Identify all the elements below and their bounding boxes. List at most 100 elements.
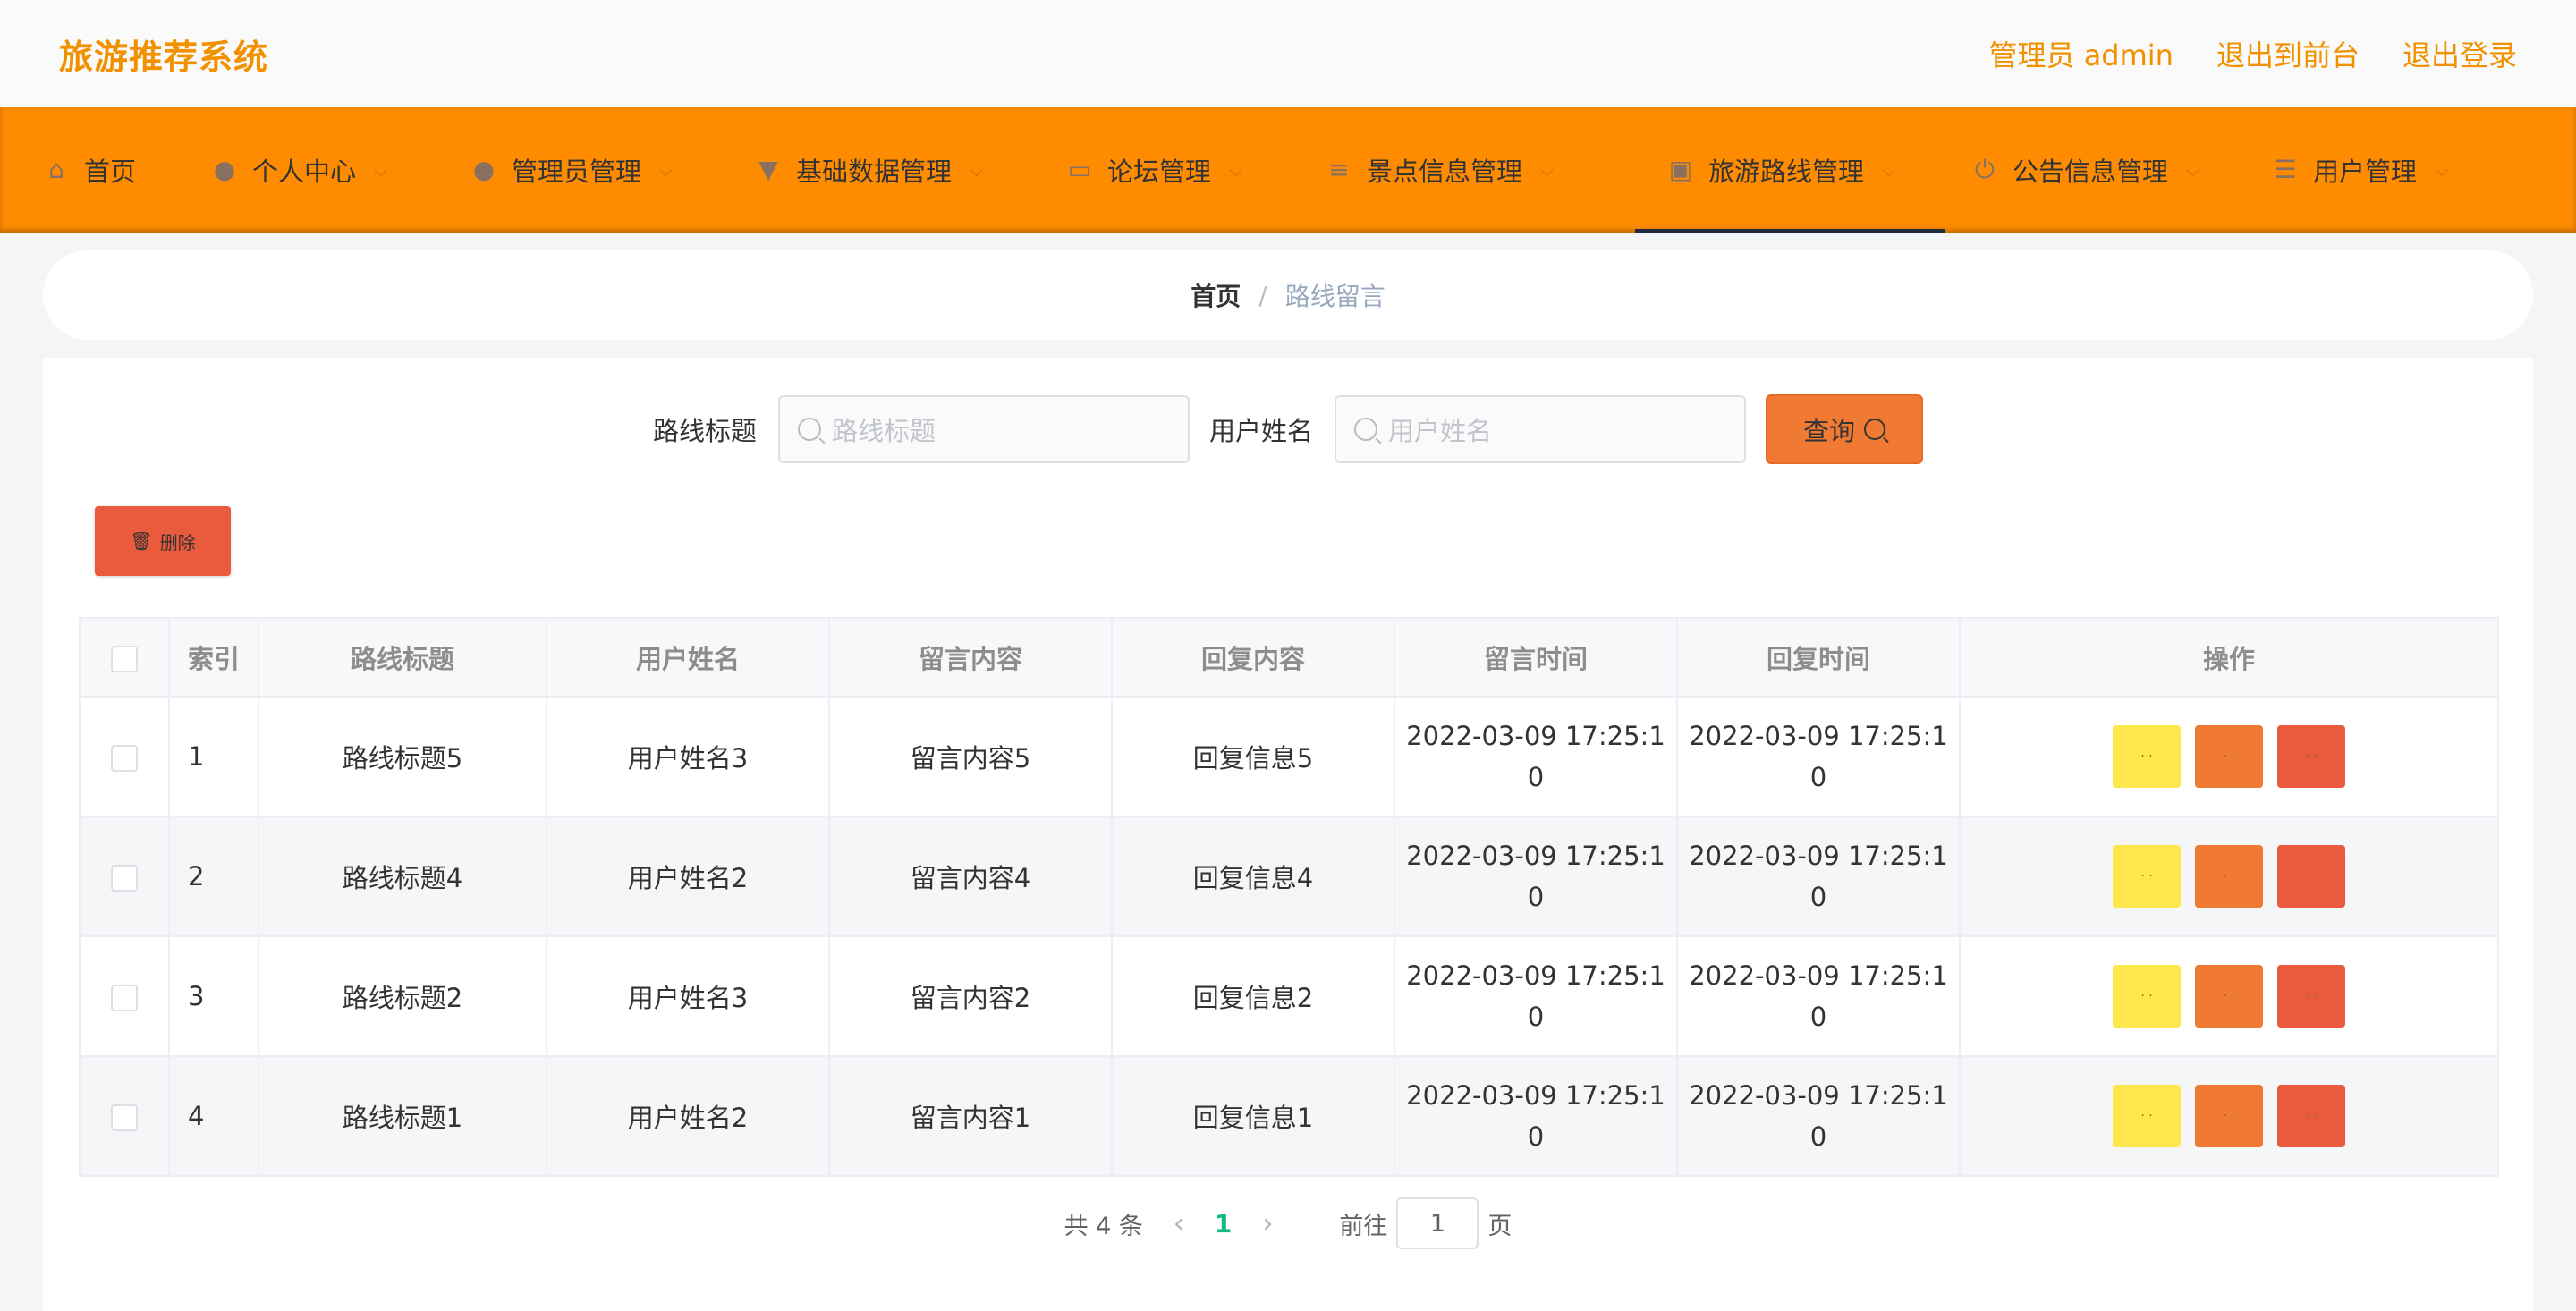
table-row: 3 路线标题2 用户姓名3 留言内容2 回复信息2 2022-03-09 17:… xyxy=(79,935,2499,1057)
edit-button[interactable]: · · xyxy=(2195,1085,2263,1147)
main-nav: ⌂ 首页 ● 个人中心 ⌵ ● 管理员管理 ⌵ ▼ 基础数据管理 ⌵ ▭ 论坛管… xyxy=(0,107,2576,233)
user-name-label: 用户姓名 xyxy=(1209,416,1314,446)
row-select-cell xyxy=(79,1055,170,1177)
next-page-icon[interactable]: › xyxy=(1262,1208,1273,1239)
total-count: 共 4 条 xyxy=(1063,1212,1143,1240)
admin-user-link[interactable]: 管理员 admin xyxy=(1989,33,2174,74)
cell-user: 用户姓名2 xyxy=(546,1055,830,1177)
edit-button[interactable]: · · xyxy=(2195,965,2263,1028)
edit-button[interactable]: · · xyxy=(2195,845,2263,908)
page-number-current[interactable]: 1 xyxy=(1215,1209,1232,1239)
edit-button[interactable]: · · xyxy=(2195,725,2263,788)
chevron-down-icon: ⌵ xyxy=(2435,159,2449,181)
nav-item-label: 论坛管理 xyxy=(1107,156,1212,187)
row-checkbox[interactable] xyxy=(111,745,138,772)
row-delete-button[interactable]: · · xyxy=(2277,725,2345,788)
nav-item-home[interactable]: ⌂ 首页 xyxy=(43,107,209,233)
cell-index: 1 xyxy=(168,696,259,817)
cell-content: 留言内容5 xyxy=(828,696,1113,817)
list-icon: ≡ xyxy=(1328,155,1350,184)
nav-item-users[interactable]: ☰ 用户管理 ⌵ xyxy=(2254,107,2522,233)
cell-title: 路线标题5 xyxy=(258,696,547,817)
search-icon xyxy=(1864,419,1886,440)
header-actions: 管理员 admin 退出到前台 退出登录 xyxy=(1989,33,2517,74)
exit-to-frontend-link[interactable]: 退出到前台 xyxy=(2216,33,2360,74)
delete-button[interactable]: 🗑 删除 xyxy=(95,506,231,576)
time-line: 2022-03-09 17:25:1 xyxy=(1406,960,1665,991)
time-line: 0 xyxy=(1527,1002,1545,1032)
column-header-reply: 回复内容 xyxy=(1111,617,1395,698)
time-line: 0 xyxy=(1809,1002,1827,1032)
home-icon: ⌂ xyxy=(48,155,64,184)
cell-reply: 回复信息4 xyxy=(1111,816,1395,937)
route-title-input[interactable]: 路线标题 xyxy=(778,395,1190,463)
nav-item-routes[interactable]: ▣ 旅游路线管理 ⌵ xyxy=(1635,107,1945,233)
cell-index: 2 xyxy=(168,816,259,937)
search-icon xyxy=(798,418,821,441)
trash-icon: 🗑 xyxy=(130,530,153,552)
data-icon: ▼ xyxy=(758,155,778,184)
forum-icon: ▭ xyxy=(1067,155,1092,184)
nav-item-notices[interactable]: ⏻ 公告信息管理 ⌵ xyxy=(1945,107,2254,233)
nav-item-personal[interactable]: ● 个人中心 ⌵ xyxy=(209,107,470,233)
column-header-title: 路线标题 xyxy=(258,617,547,698)
column-header-reply-time: 回复时间 xyxy=(1676,617,1961,698)
nav-item-admins[interactable]: ● 管理员管理 ⌵ xyxy=(470,107,755,233)
row-checkbox[interactable] xyxy=(111,985,138,1011)
column-header-content: 留言内容 xyxy=(828,617,1113,698)
chevron-down-icon: ⌵ xyxy=(1229,159,1243,181)
time-line: 0 xyxy=(1809,1121,1827,1152)
nav-item-forum[interactable]: ▭ 论坛管理 ⌵ xyxy=(1066,107,1326,233)
cell-reply: 回复信息1 xyxy=(1111,1055,1395,1177)
user-name-placeholder: 用户姓名 xyxy=(1388,416,1493,446)
row-delete-button[interactable]: · · xyxy=(2277,965,2345,1028)
cell-content: 留言内容4 xyxy=(828,816,1113,937)
admin-icon: ● xyxy=(472,155,496,184)
nav-item-label: 管理员管理 xyxy=(512,156,642,187)
page-suffix: 页 xyxy=(1487,1212,1513,1240)
row-delete-button[interactable]: · · xyxy=(2277,845,2345,908)
time-line: 0 xyxy=(1809,762,1827,792)
cell-actions: · · · · · · xyxy=(1959,816,2499,937)
time-line: 2022-03-09 17:25:1 xyxy=(1406,1080,1665,1111)
user-name-input[interactable]: 用户姓名 xyxy=(1335,395,1747,463)
details-button[interactable]: · · xyxy=(2113,725,2181,788)
breadcrumb: 首页 / 路线留言 xyxy=(43,250,2533,340)
details-button[interactable]: · · xyxy=(2113,965,2181,1028)
time-line: 2022-03-09 17:25:1 xyxy=(1689,960,1948,991)
column-header-actions: 操作 xyxy=(1959,617,2499,698)
nav-item-label: 公告信息管理 xyxy=(2012,156,2169,187)
column-header-index: 索引 xyxy=(168,617,259,698)
cell-actions: · · · · · · xyxy=(1959,696,2499,817)
row-delete-button[interactable]: · · xyxy=(2277,1085,2345,1147)
table-row: 1 路线标题5 用户姓名3 留言内容5 回复信息5 2022-03-09 17:… xyxy=(79,696,2499,817)
nav-item-scenic[interactable]: ≡ 景点信息管理 ⌵ xyxy=(1326,107,1635,233)
details-button[interactable]: · · xyxy=(2113,845,2181,908)
row-checkbox[interactable] xyxy=(111,1104,138,1131)
delete-button-label: 删除 xyxy=(159,531,196,554)
cell-reply: 回复信息5 xyxy=(1111,696,1395,817)
prev-page-icon[interactable]: ‹ xyxy=(1174,1208,1184,1239)
query-button[interactable]: 查询 xyxy=(1766,394,1924,464)
cell-index: 4 xyxy=(168,1055,259,1177)
goto-page-input[interactable]: 1 xyxy=(1396,1197,1479,1249)
logout-link[interactable]: 退出登录 xyxy=(2402,33,2517,74)
table-row: 4 路线标题1 用户姓名2 留言内容1 回复信息1 2022-03-09 17:… xyxy=(79,1055,2499,1177)
nav-item-label: 个人中心 xyxy=(252,156,357,187)
cell-content: 留言内容2 xyxy=(828,935,1113,1057)
content-card: 路线标题 路线标题 用户姓名 用户姓名 查询 🗑 删除 索引 路线标题 用户姓名 xyxy=(43,358,2533,1311)
select-all-checkbox[interactable] xyxy=(111,646,138,672)
details-button[interactable]: · · xyxy=(2113,1085,2181,1147)
row-select-cell xyxy=(79,816,170,937)
search-icon xyxy=(1354,418,1378,441)
top-header: 旅游推荐系统 管理员 admin 退出到前台 退出登录 xyxy=(0,0,2576,107)
chevron-down-icon: ⌵ xyxy=(374,159,388,181)
chevron-down-icon: ⌵ xyxy=(659,159,674,181)
nav-item-label: 首页 xyxy=(84,156,137,187)
cell-index: 3 xyxy=(168,935,259,1057)
row-checkbox[interactable] xyxy=(111,865,138,892)
time-line: 0 xyxy=(1809,882,1827,912)
breadcrumb-home[interactable]: 首页 xyxy=(1191,277,1241,313)
cell-user: 用户姓名3 xyxy=(546,935,830,1057)
nav-item-basic-data[interactable]: ▼ 基础数据管理 ⌵ xyxy=(755,107,1066,233)
